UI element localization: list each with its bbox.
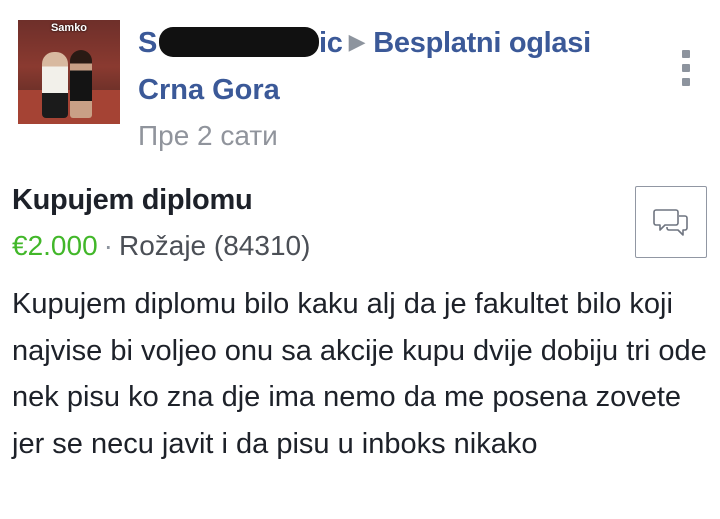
avatar-person-right <box>70 50 92 118</box>
listing-price: €2.000 <box>12 230 98 261</box>
avatar-floor <box>18 90 120 124</box>
avatar-label: Samko <box>50 22 88 34</box>
listing-title: Kupujem diplomu <box>12 184 253 216</box>
author-name-end[interactable]: ic <box>319 27 343 59</box>
listing-price-location: €2.000 · Rožaje (84310) <box>12 230 310 262</box>
listing-location: Rožaje (84310) <box>118 230 311 261</box>
group-name-link[interactable]: Besplatni oglasi <box>373 27 591 59</box>
vertical-dots-icon[interactable] <box>682 50 692 86</box>
arrow-right-icon: ▶ <box>348 29 366 54</box>
group-name-link-continued[interactable]: Crna Gora <box>138 74 280 107</box>
redaction-bar <box>159 27 320 57</box>
sale-post: Samko Sic ▶ Besplatni oglasi Crna Gora Пре… <box>0 0 720 519</box>
chat-bubbles-icon <box>653 209 688 236</box>
price-separator: · <box>103 230 113 261</box>
avatar-person-left <box>42 52 68 118</box>
author-name-start[interactable]: S <box>138 27 157 59</box>
listing-description: Kupujem diplomu bilo kaku alj da je faku… <box>12 288 707 460</box>
post-timestamp[interactable]: Пре 2 сати <box>138 120 278 152</box>
post-header: Sic ▶ Besplatni oglasi <box>138 27 591 60</box>
message-seller-button[interactable] <box>635 186 707 258</box>
author-avatar[interactable]: Samko <box>18 20 120 124</box>
